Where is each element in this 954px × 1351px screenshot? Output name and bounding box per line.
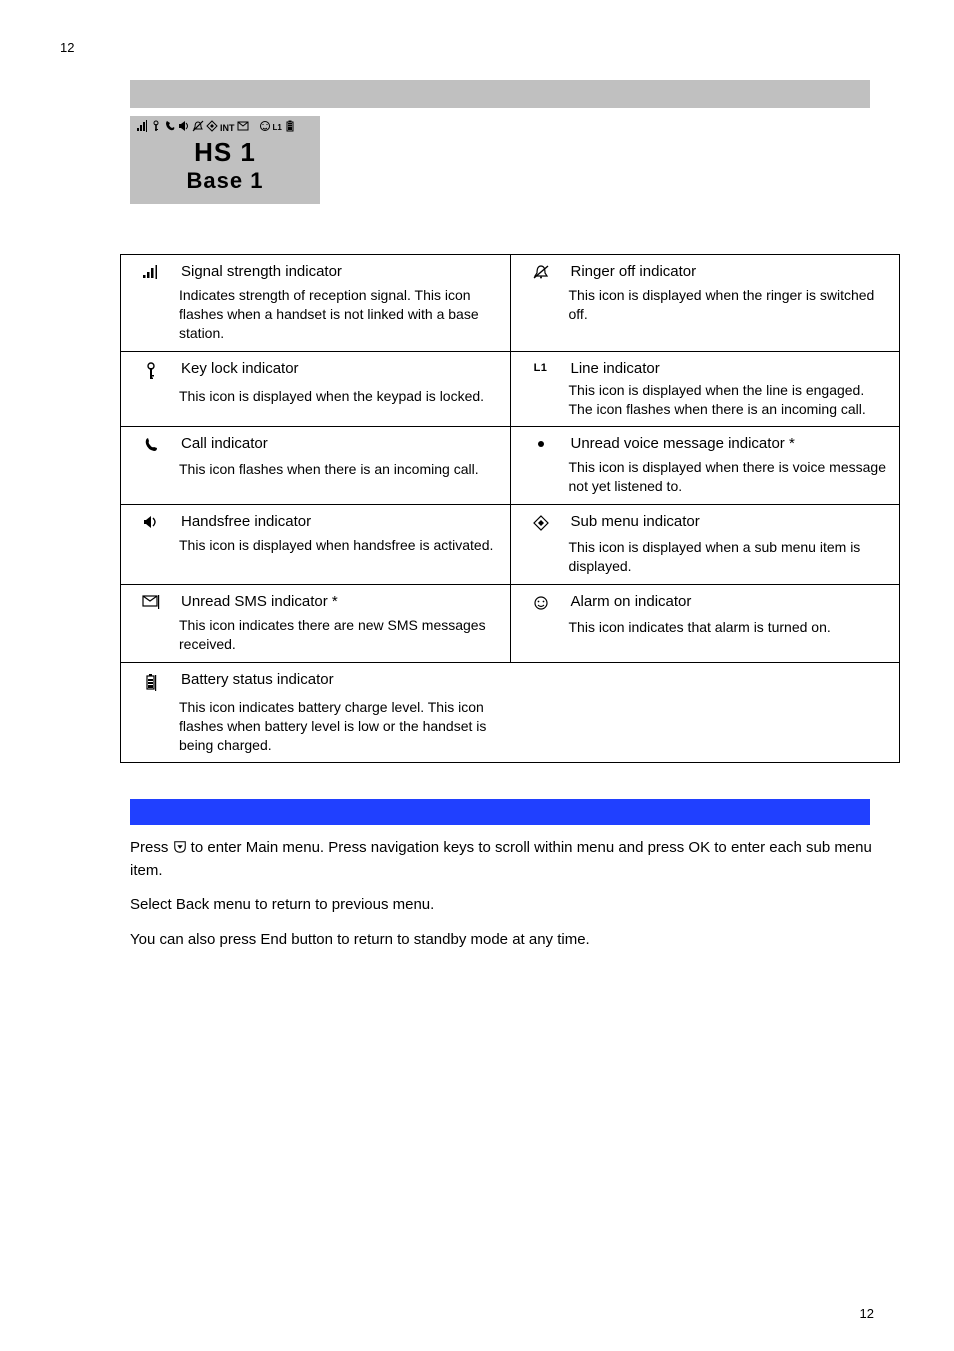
- handsfree-icon: [178, 120, 190, 135]
- icon-title: Battery status indicator: [181, 671, 334, 688]
- page-number-top: 12: [60, 40, 74, 55]
- icon-desc: This icon is displayed when handsfree is…: [179, 536, 500, 555]
- icon-desc: This icon indicates that alarm is turned…: [569, 618, 890, 637]
- icon-title: Alarm on indicator: [571, 593, 692, 610]
- icon-desc: This icon is displayed when the keypad i…: [179, 387, 500, 406]
- int-label: INT: [220, 123, 235, 133]
- keylock-icon: [131, 360, 171, 383]
- sms-icon: [131, 593, 171, 612]
- menu-navigation-text: Press to enter Main menu. Press navigati…: [130, 837, 894, 951]
- battery-icon: [284, 120, 296, 135]
- table-cell: L1 Line indicator This icon is displayed…: [510, 351, 900, 427]
- menu-paragraph-3: You can also press End button to return …: [130, 929, 894, 952]
- table-cell: Signal strength indicator Indicates stre…: [121, 255, 511, 352]
- ringer-off-icon: [192, 120, 204, 135]
- submenu-icon: [206, 120, 218, 135]
- menu-paragraph-1: Press to enter Main menu. Press navigati…: [130, 837, 894, 882]
- ringer-off-icon: [521, 263, 561, 282]
- handsfree-icon: [131, 513, 171, 532]
- icon-desc: This icon indicates battery charge level…: [179, 698, 502, 755]
- icon-title: Sub menu indicator: [571, 513, 700, 530]
- sms-icon: [237, 120, 249, 135]
- table-cell: Battery status indicator This icon indic…: [121, 662, 900, 763]
- icon-desc: This icon is displayed when there is voi…: [569, 458, 890, 496]
- icon-desc: This icon is displayed when a sub menu i…: [569, 538, 890, 576]
- section-bar-menu: [130, 799, 870, 825]
- voicemail-icon: [521, 435, 561, 454]
- section-bar-lcd: [130, 80, 870, 108]
- page-number-bottom: 12: [860, 1306, 874, 1321]
- signal-icon: [131, 263, 171, 282]
- lcd-screenshot: INT L1 HS 1 Base 1: [130, 116, 320, 204]
- icon-title: Unread SMS indicator *: [181, 593, 338, 610]
- icon-desc: This icon indicates there are new SMS me…: [179, 616, 500, 654]
- table-cell: Key lock indicator This icon is displaye…: [121, 351, 511, 427]
- table-cell: Sub menu indicator This icon is displaye…: [510, 505, 900, 585]
- battery-icon: [131, 671, 171, 694]
- submenu-icon: [521, 513, 561, 534]
- lcd-status-icons-row: INT L1: [136, 120, 314, 135]
- icon-title: Signal strength indicator: [181, 263, 342, 280]
- table-cell: Unread SMS indicator * This icon indicat…: [121, 585, 511, 663]
- icon-title: Unread voice message indicator *: [571, 435, 795, 452]
- l1-label: L1: [273, 123, 282, 132]
- lcd-icons-table: Signal strength indicator Indicates stre…: [120, 254, 900, 763]
- icon-title: Call indicator: [181, 435, 268, 452]
- line-icon: L1: [521, 360, 561, 374]
- icon-title: Line indicator: [571, 360, 660, 377]
- lcd-handset-name: HS 1: [136, 137, 314, 168]
- icon-title: Key lock indicator: [181, 360, 299, 377]
- table-cell: Alarm on indicator This icon indicates t…: [510, 585, 900, 663]
- table-cell: Unread voice message indicator * This ic…: [510, 427, 900, 505]
- table-cell: Handsfree indicator This icon is display…: [121, 505, 511, 585]
- table-cell: Call indicator This icon flashes when th…: [121, 427, 511, 505]
- icon-desc: Indicates strength of reception signal. …: [179, 286, 500, 343]
- alarm-icon: [259, 120, 271, 135]
- menu-paragraph-2: Select Back menu to return to previous m…: [130, 894, 894, 917]
- icon-desc: This icon is displayed when the line is …: [569, 381, 890, 419]
- keylock-icon: [150, 120, 162, 135]
- icon-title: Ringer off indicator: [571, 263, 697, 280]
- down-nav-icon: [173, 839, 187, 856]
- call-icon: [131, 435, 171, 456]
- icon-title: Handsfree indicator: [181, 513, 311, 530]
- table-cell: Ringer off indicator This icon is displa…: [510, 255, 900, 352]
- alarm-icon: [521, 593, 561, 614]
- icon-desc: This icon flashes when there is an incom…: [179, 460, 500, 479]
- signal-icon: [136, 120, 148, 135]
- icon-desc: This icon is displayed when the ringer i…: [569, 286, 890, 324]
- lcd-base-name: Base 1: [136, 168, 314, 194]
- call-icon: [164, 120, 176, 135]
